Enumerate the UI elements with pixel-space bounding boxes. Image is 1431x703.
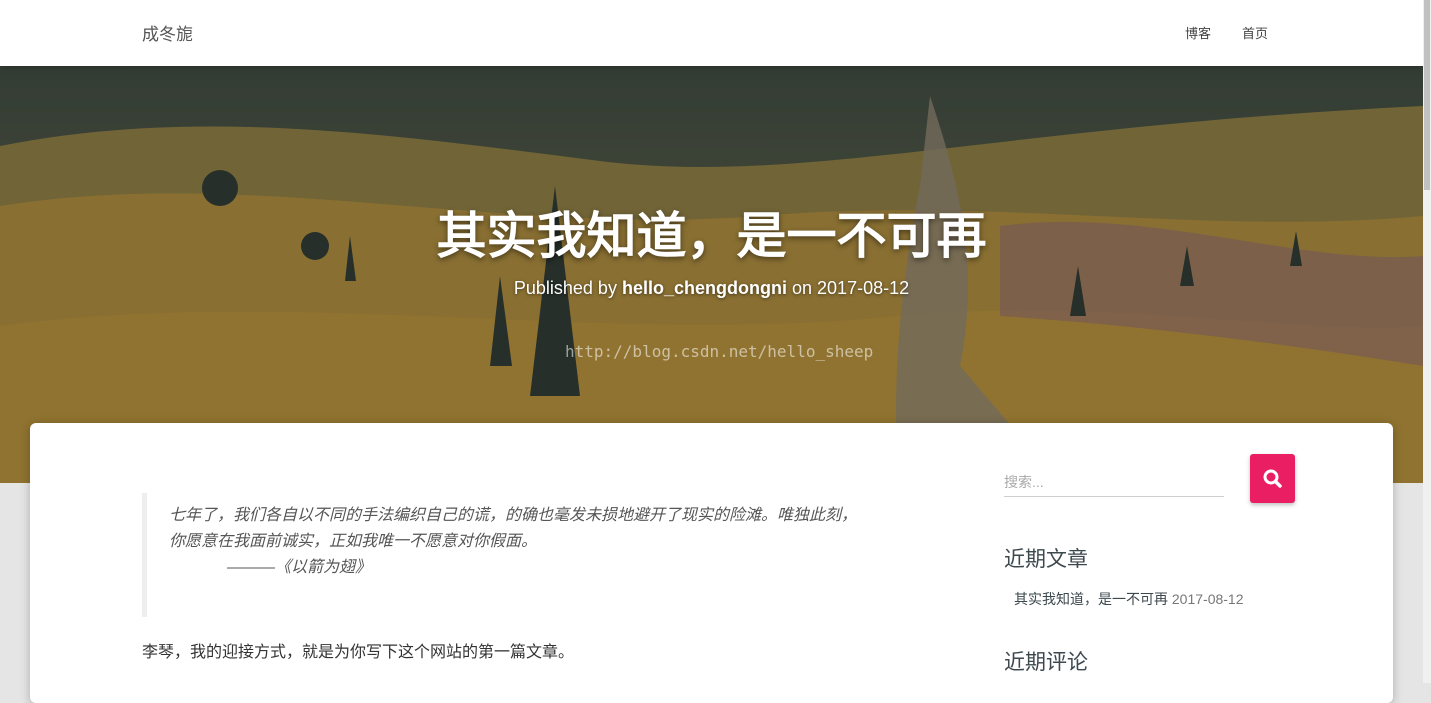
post-paragraph: 李琴，我的迎接方式，就是为你写下这个网站的第一篇文章。 [142, 644, 575, 661]
scrollbar-thumb[interactable] [1424, 0, 1430, 190]
quote-citation: ———《以箭为翅》 [227, 559, 372, 576]
nav-link-home[interactable]: 首页 [1242, 23, 1268, 42]
top-navbar: 成冬旎 博客 首页 [0, 0, 1423, 66]
image-watermark: http://blog.csdn.net/hello_sheep [565, 342, 874, 361]
hero-dark-overlay [0, 66, 1423, 483]
meta-prefix: Published by [513, 278, 617, 298]
recent-post-link[interactable]: 其实我知道，是一不可再 [1014, 591, 1168, 607]
nav-link-blog[interactable]: 博客 [1185, 23, 1211, 42]
post-title: 其实我知道，是一不可再 [436, 206, 987, 265]
post-date: 2017-08-12 [817, 278, 910, 298]
post-meta: Published by hello_chengdongni on 2017-0… [0, 278, 1423, 299]
meta-on: on [791, 278, 813, 298]
recent-post-item: 其实我知道，是一不可再 2017-08-12 [1014, 589, 1244, 609]
quote-text: 七年了，我们各自以不同的手法编织自己的谎，的确也毫发未损地避开了现实的险滩。唯独… [169, 507, 858, 550]
search-icon [1263, 469, 1282, 488]
page-scrollbar[interactable] [1423, 0, 1431, 683]
search-button[interactable] [1250, 454, 1295, 503]
recent-posts-title: 近期文章 [1004, 547, 1088, 571]
recent-post-date: 2017-08-12 [1171, 591, 1244, 607]
search-input[interactable] [1004, 468, 1224, 497]
post-author: hello_chengdongni [621, 278, 787, 298]
site-brand-link[interactable]: 成冬旎 [142, 20, 193, 45]
post-header-hero: 其实我知道，是一不可再 Published by hello_chengdong… [0, 66, 1423, 483]
recent-comments-title: 近期评论 [1004, 650, 1088, 674]
post-blockquote: 七年了，我们各自以不同的手法编织自己的谎，的确也毫发未损地避开了现实的险滩。唯独… [142, 493, 872, 617]
main-content-card: 七年了，我们各自以不同的手法编织自己的谎，的确也毫发未损地避开了现实的险滩。唯独… [30, 423, 1393, 703]
